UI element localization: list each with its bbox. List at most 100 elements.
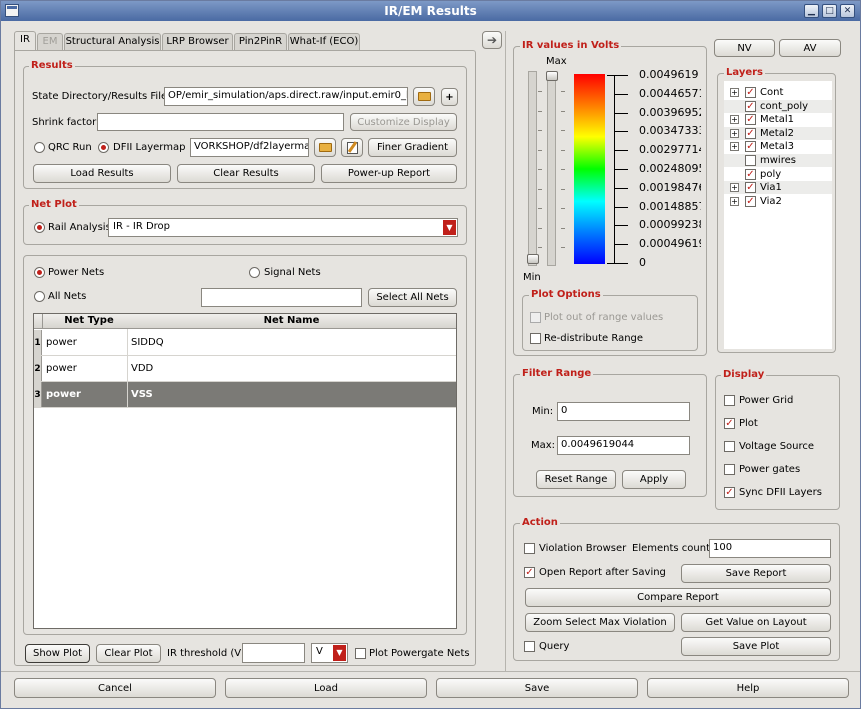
help-button[interactable]: Help bbox=[647, 678, 849, 698]
layer-checkbox[interactable]: ✓ bbox=[745, 168, 756, 180]
dfii-layermap-radio[interactable] bbox=[98, 142, 109, 153]
layer-item[interactable]: + ✓ Metal1 bbox=[724, 113, 832, 126]
tab-em[interactable]: EM bbox=[37, 33, 63, 51]
layer-item[interactable]: mwires bbox=[724, 154, 832, 167]
collapse-panel-button[interactable]: ➔ bbox=[482, 31, 502, 49]
av-button[interactable]: AV bbox=[779, 39, 841, 57]
table-row[interactable]: 1 power SIDDQ bbox=[34, 330, 456, 356]
expand-icon[interactable]: + bbox=[730, 128, 739, 138]
qrc-run-radio[interactable] bbox=[34, 142, 45, 153]
all-nets-radio[interactable] bbox=[34, 291, 45, 302]
scale-tick bbox=[614, 244, 628, 246]
plot-checkbox[interactable]: ✓ bbox=[724, 418, 735, 429]
max-slider-track[interactable] bbox=[547, 71, 556, 266]
layer-checkbox[interactable]: ✓ bbox=[745, 114, 756, 126]
customize-display-button[interactable]: Customize Display bbox=[350, 113, 457, 131]
add-button[interactable]: + bbox=[441, 88, 458, 106]
finer-gradient-button[interactable]: Finer Gradient bbox=[368, 138, 457, 157]
expand-icon[interactable]: + bbox=[730, 196, 739, 206]
save-report-button[interactable]: Save Report bbox=[681, 564, 831, 583]
close-icon[interactable]: ✕ bbox=[840, 4, 855, 18]
filter-min-input[interactable]: 0 bbox=[557, 402, 690, 421]
tab-pin2pinr[interactable]: Pin2PinR bbox=[234, 33, 287, 51]
get-value-on-layout-button[interactable]: Get Value on Layout bbox=[681, 613, 831, 632]
min-slider-track[interactable] bbox=[528, 71, 537, 266]
filter-max-input[interactable]: 0.0049619044 bbox=[557, 436, 690, 455]
apply-button[interactable]: Apply bbox=[622, 470, 686, 489]
layer-checkbox[interactable]: ✓ bbox=[745, 87, 756, 98]
net-type-cell: power bbox=[46, 389, 81, 400]
layermap-input[interactable]: VORKSHOP/df2layermap bbox=[190, 138, 309, 157]
signal-nets-radio[interactable] bbox=[249, 267, 260, 278]
net-type-column-header[interactable]: Net Type bbox=[43, 314, 136, 329]
tab-ir[interactable]: IR bbox=[14, 31, 36, 51]
browse-layermap-button[interactable] bbox=[314, 138, 336, 157]
table-row[interactable]: 2 power VDD bbox=[34, 356, 456, 382]
power-up-report-button[interactable]: Power-up Report bbox=[321, 164, 457, 183]
edit-layermap-button[interactable] bbox=[341, 138, 363, 157]
ir-threshold-input[interactable] bbox=[242, 643, 305, 663]
cancel-button[interactable]: Cancel bbox=[14, 678, 216, 698]
redistribute-range-checkbox[interactable] bbox=[530, 333, 541, 344]
shrink-factor-input[interactable] bbox=[97, 113, 344, 131]
net-filter-input[interactable] bbox=[201, 288, 362, 307]
expand-icon[interactable]: + bbox=[730, 115, 739, 125]
rail-analysis-radio[interactable] bbox=[34, 222, 45, 233]
show-plot-button[interactable]: Show Plot bbox=[25, 644, 90, 663]
query-checkbox[interactable] bbox=[524, 641, 535, 652]
layer-item[interactable]: ✓ poly bbox=[724, 168, 832, 181]
layer-item[interactable]: + ✓ Metal3 bbox=[724, 140, 832, 153]
elements-count-input[interactable]: 100 bbox=[709, 539, 831, 558]
expand-icon[interactable]: + bbox=[730, 142, 739, 152]
compare-report-button[interactable]: Compare Report bbox=[525, 588, 831, 607]
plot-out-of-range-checkbox[interactable] bbox=[530, 312, 541, 323]
layer-item[interactable]: + ✓ Via2 bbox=[724, 195, 832, 208]
sync-dfii-layers-checkbox[interactable]: ✓ bbox=[724, 487, 735, 498]
load-button[interactable]: Load bbox=[225, 678, 427, 698]
layer-checkbox[interactable]: ✓ bbox=[745, 195, 756, 207]
expand-icon[interactable]: + bbox=[730, 88, 739, 97]
layer-checkbox[interactable]: ✓ bbox=[745, 141, 756, 153]
reset-range-button[interactable]: Reset Range bbox=[536, 470, 616, 489]
dfii-layermap-label: DFII Layermap bbox=[113, 142, 186, 153]
layer-item[interactable]: + ✓ Metal2 bbox=[724, 126, 832, 140]
open-report-checkbox[interactable]: ✓ bbox=[524, 567, 535, 578]
layer-checkbox[interactable] bbox=[745, 155, 756, 166]
save-plot-button[interactable]: Save Plot bbox=[681, 637, 831, 656]
minimize-icon[interactable]: ▁ bbox=[804, 4, 819, 18]
save-button[interactable]: Save bbox=[436, 678, 638, 698]
expand-icon[interactable]: + bbox=[730, 183, 739, 193]
min-slider-handle[interactable] bbox=[527, 254, 539, 264]
select-all-nets-button[interactable]: Select All Nets bbox=[368, 288, 457, 307]
title-bar[interactable]: IR/EM Results ▁ □ ✕ bbox=[1, 1, 860, 21]
nv-button[interactable]: NV bbox=[714, 39, 775, 57]
power-grid-checkbox[interactable] bbox=[724, 395, 735, 406]
tab-what-if-eco[interactable]: What-If (ECO) bbox=[288, 33, 360, 51]
max-slider-handle[interactable] bbox=[546, 71, 558, 81]
load-results-button[interactable]: Load Results bbox=[33, 164, 171, 183]
table-row[interactable]: 3 power VSS bbox=[34, 382, 456, 408]
tab-lrp-browser[interactable]: LRP Browser bbox=[162, 33, 233, 51]
layer-checkbox[interactable]: ✓ bbox=[745, 182, 756, 194]
layer-item[interactable]: ✓ cont_poly bbox=[724, 99, 832, 113]
maximize-icon[interactable]: □ bbox=[822, 4, 837, 18]
state-directory-input[interactable]: OP/emir_simulation/aps.direct.raw/input.… bbox=[164, 87, 408, 106]
power-gates-checkbox[interactable] bbox=[724, 464, 735, 475]
voltage-source-checkbox[interactable] bbox=[724, 441, 735, 452]
layer-item[interactable]: + ✓ Via1 bbox=[724, 181, 832, 195]
layer-label: Via1 bbox=[760, 182, 782, 194]
plot-powergate-nets-checkbox[interactable] bbox=[355, 648, 366, 659]
tab-structural-analysis[interactable]: Structural Analysis bbox=[64, 33, 161, 51]
rail-analysis-select[interactable]: IR - IR Drop ▼ bbox=[108, 218, 458, 237]
clear-plot-button[interactable]: Clear Plot bbox=[96, 644, 161, 663]
layer-checkbox[interactable]: ✓ bbox=[745, 100, 756, 112]
ir-threshold-unit-select[interactable]: V ▼ bbox=[311, 643, 348, 663]
clear-results-button[interactable]: Clear Results bbox=[177, 164, 315, 183]
net-name-column-header[interactable]: Net Name bbox=[127, 314, 456, 329]
power-nets-radio[interactable] bbox=[34, 267, 45, 278]
layer-item[interactable]: + ✓ Cont bbox=[724, 86, 832, 99]
violation-browser-checkbox[interactable] bbox=[524, 543, 535, 554]
layer-checkbox[interactable]: ✓ bbox=[745, 127, 756, 139]
zoom-select-max-violation-button[interactable]: Zoom Select Max Violation bbox=[525, 613, 675, 632]
browse-folder-button[interactable] bbox=[413, 87, 435, 106]
